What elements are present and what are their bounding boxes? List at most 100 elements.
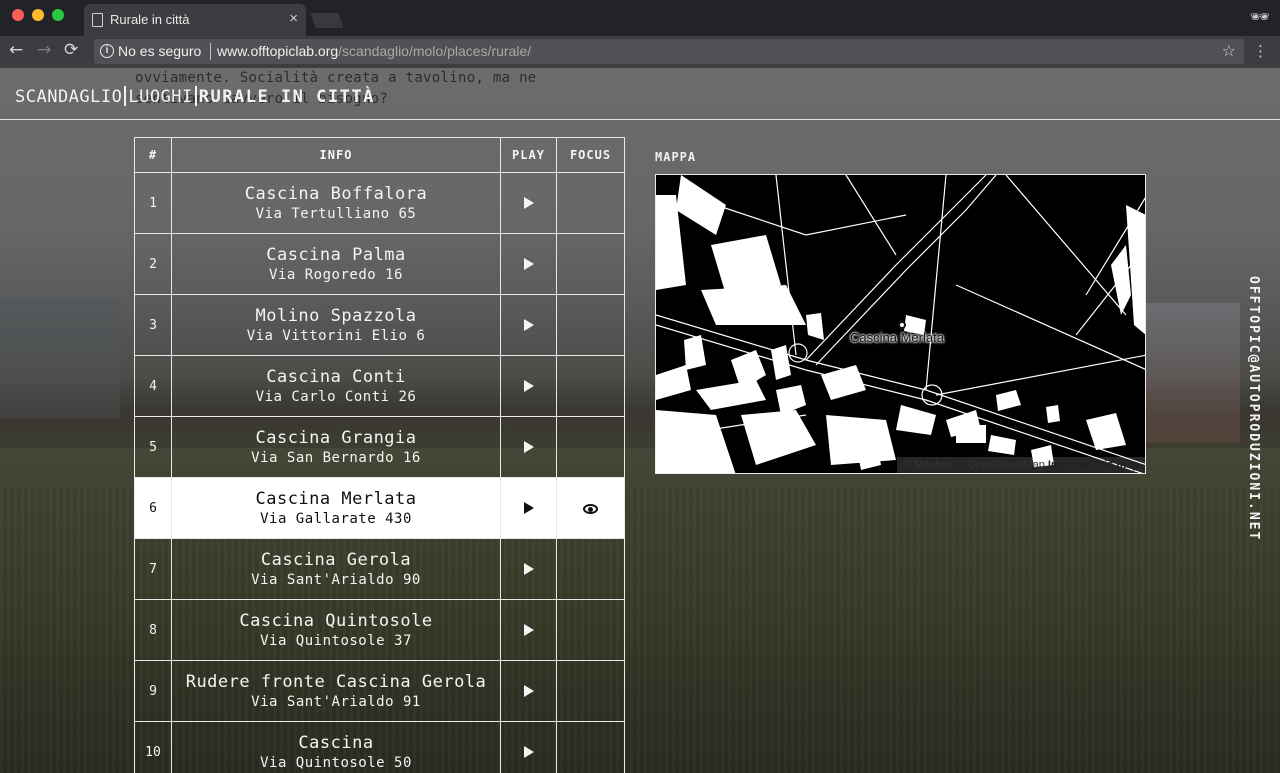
header-focus: FOCUS: [556, 137, 625, 173]
row-info[interactable]: Cascina Quintosole Via Quintosole 37: [171, 599, 501, 661]
table-row[interactable]: 4 Cascina Conti Via Carlo Conti 26: [134, 355, 625, 417]
focus-cell[interactable]: [556, 233, 625, 295]
play-icon[interactable]: [523, 318, 534, 331]
focus-cell[interactable]: [556, 721, 625, 773]
map-label: MAPPA: [655, 150, 697, 164]
places-table: # INFO PLAY FOCUS 1 Cascina Boffalora Via …: [134, 137, 625, 773]
play-cell[interactable]: [500, 294, 557, 356]
play-cell[interactable]: [500, 599, 557, 661]
vertical-email-credit[interactable]: OFFTOPIC@AUTOPRODUZIONI.NET: [1246, 276, 1261, 541]
close-window-button[interactable]: [12, 9, 24, 21]
forward-arrow-icon[interactable]: →: [37, 40, 51, 60]
mapbox-attribution-link[interactable]: © Mapbox: [903, 459, 953, 471]
security-label[interactable]: No es seguro: [118, 43, 201, 59]
row-info[interactable]: Rudere fronte Cascina Gerola Via Sant'Ari…: [171, 660, 501, 722]
url-text[interactable]: www.offtopiclab.org/scandaglio/molo/plac…: [217, 43, 531, 59]
row-info[interactable]: Cascina Palma Via Rogoredo 16: [171, 233, 501, 295]
breadcrumb-current: RURALE IN CITTÀ: [198, 87, 375, 107]
focus-cell[interactable]: [556, 538, 625, 600]
play-cell[interactable]: [500, 721, 557, 773]
place-address: Via Sant'Arialdo 90: [251, 571, 421, 588]
play-icon[interactable]: [523, 501, 534, 514]
play-icon[interactable]: [523, 684, 534, 697]
page-icon: [92, 13, 103, 27]
tab-close-icon[interactable]: ×: [289, 10, 298, 27]
table-row[interactable]: 7 Cascina Gerola Via Sant'Arialdo 90: [134, 538, 625, 600]
play-cell[interactable]: [500, 172, 557, 234]
play-cell[interactable]: [500, 660, 557, 722]
address-bar[interactable]: i No es seguro www.offtopiclab.org/scand…: [94, 39, 1244, 64]
place-name: Molino Spazzola: [255, 305, 417, 326]
place-name: Cascina Merlata: [255, 488, 417, 509]
breadcrumb-separator: [124, 86, 127, 106]
page-viewport: ovviamente. Socialità creata a tavolino,…: [0, 68, 1280, 773]
place-name: Cascina Quintosole: [239, 610, 433, 631]
focus-cell[interactable]: [556, 416, 625, 478]
table-row[interactable]: 8 Cascina Quintosole Via Quintosole 37: [134, 599, 625, 661]
map-marker-label: Cascina Merlata: [850, 330, 944, 345]
improve-map-link[interactable]: Improve this map: [1048, 459, 1139, 471]
play-cell[interactable]: [500, 355, 557, 417]
row-info[interactable]: Cascina Boffalora Via Tertulliano 65: [171, 172, 501, 234]
table-header-row: # INFO PLAY FOCUS: [134, 137, 625, 173]
table-row[interactable]: 1 Cascina Boffalora Via Tertulliano 65: [134, 172, 625, 234]
focus-cell[interactable]: [556, 294, 625, 356]
play-icon[interactable]: [523, 257, 534, 270]
play-cell[interactable]: [500, 538, 557, 600]
play-cell[interactable]: [500, 477, 557, 539]
breadcrumb-luoghi[interactable]: LUOGHI: [128, 87, 192, 107]
info-icon[interactable]: i: [100, 44, 114, 58]
url-path: /scandaglio/molo/places/rurale/: [338, 43, 532, 59]
place-address: Via Quintosole 50: [260, 754, 412, 771]
place-address: Via San Bernardo 16: [251, 449, 421, 466]
place-address: Via Carlo Conti 26: [255, 388, 417, 405]
play-icon[interactable]: [523, 379, 534, 392]
play-cell[interactable]: [500, 233, 557, 295]
row-info[interactable]: Cascina Merlata Via Gallarate 430: [171, 477, 501, 539]
browser-tab[interactable]: Rurale in città ×: [84, 4, 306, 36]
play-cell[interactable]: [500, 416, 557, 478]
play-icon[interactable]: [523, 196, 534, 209]
row-info[interactable]: Cascina Via Quintosole 50: [171, 721, 501, 773]
row-number: 6: [134, 477, 172, 539]
background-photo-building-left: [0, 298, 120, 418]
bookmark-star-icon[interactable]: ☆: [1222, 41, 1236, 60]
row-info[interactable]: Cascina Gerola Via Sant'Arialdo 90: [171, 538, 501, 600]
map-attribution: © Mapbox © OpenStreetMap Improve this ma…: [896, 457, 1145, 473]
focus-cell[interactable]: [556, 172, 625, 234]
breadcrumb: SCANDAGLIO LUOGHI RURALE IN CITTÀ: [15, 86, 375, 107]
table-row[interactable]: 5 Cascina Grangia Via San Bernardo 16: [134, 416, 625, 478]
table-row[interactable]: 3 Molino Spazzola Via Vittorini Elio 6: [134, 294, 625, 356]
browser-tab-bar: Rurale in città × 🕶: [0, 0, 1280, 36]
place-address: Via Vittorini Elio 6: [246, 327, 426, 344]
focus-cell[interactable]: [556, 660, 625, 722]
back-arrow-icon[interactable]: ←: [9, 40, 23, 60]
table-row[interactable]: 9 Rudere fronte Cascina Gerola Via Sant'Ar…: [134, 660, 625, 722]
focus-cell[interactable]: [556, 477, 625, 539]
osm-attribution-link[interactable]: © OpenStreetMap: [956, 459, 1045, 471]
new-tab-button[interactable]: [310, 13, 344, 28]
row-number: 5: [134, 416, 172, 478]
map[interactable]: Cascina Merlata © Mapbox © OpenStreetMap…: [655, 174, 1146, 474]
play-icon[interactable]: [523, 440, 534, 453]
row-info[interactable]: Cascina Grangia Via San Bernardo 16: [171, 416, 501, 478]
reload-icon[interactable]: ⟳: [64, 40, 78, 60]
play-icon[interactable]: [523, 562, 534, 575]
eye-icon[interactable]: [583, 504, 598, 514]
browser-menu-icon[interactable]: ⋮: [1253, 42, 1268, 60]
table-row[interactable]: 2 Cascina Palma Via Rogoredo 16: [134, 233, 625, 295]
place-name: Cascina: [298, 732, 374, 753]
row-number: 7: [134, 538, 172, 600]
breadcrumb-scandaglio[interactable]: SCANDAGLIO: [15, 87, 122, 107]
table-row[interactable]: 6 Cascina Merlata Via Gallarate 430: [134, 477, 625, 539]
play-icon[interactable]: [523, 745, 534, 758]
play-icon[interactable]: [523, 623, 534, 636]
row-info[interactable]: Cascina Conti Via Carlo Conti 26: [171, 355, 501, 417]
maximize-window-button[interactable]: [52, 9, 64, 21]
row-info[interactable]: Molino Spazzola Via Vittorini Elio 6: [171, 294, 501, 356]
focus-cell[interactable]: [556, 599, 625, 661]
minimize-window-button[interactable]: [32, 9, 44, 21]
table-row[interactable]: 10 Cascina Via Quintosole 50: [134, 721, 625, 773]
focus-cell[interactable]: [556, 355, 625, 417]
map-marker-icon[interactable]: [898, 321, 906, 329]
